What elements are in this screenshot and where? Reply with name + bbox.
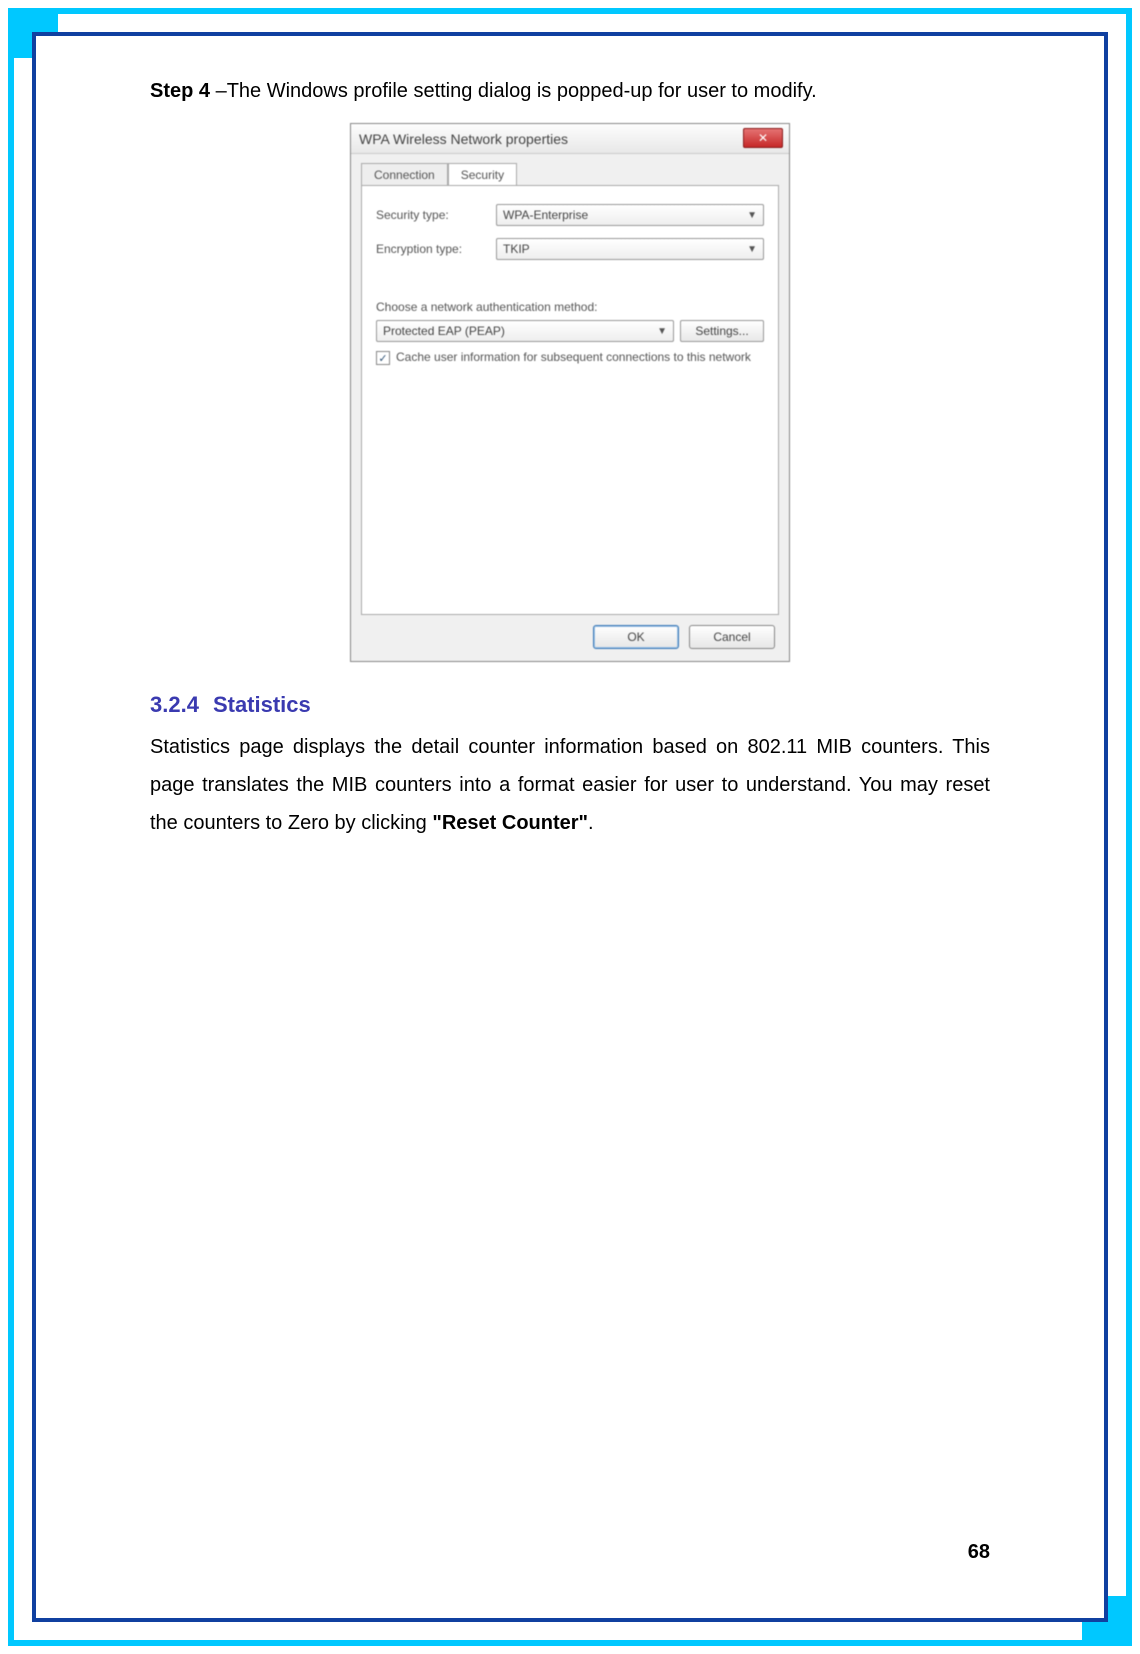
section-body-after: .: [588, 812, 594, 834]
step-line: Step 4 –The Windows profile setting dial…: [150, 80, 990, 103]
settings-button-label: Settings...: [695, 324, 748, 338]
reset-counter-bold: "Reset Counter": [432, 812, 588, 834]
close-button[interactable]: ✕: [743, 128, 783, 148]
section-number: 3.2.4: [150, 692, 199, 717]
ok-button-label: OK: [627, 630, 644, 644]
step-label: Step 4: [150, 80, 210, 102]
section-title: Statistics: [213, 692, 311, 717]
encryption-type-label: Encryption type:: [376, 242, 496, 256]
page-content: Step 4 –The Windows profile setting dial…: [150, 80, 990, 1574]
dialog-footer: OK Cancel: [351, 615, 789, 661]
encryption-type-combo[interactable]: TKIP ▼: [496, 238, 764, 260]
auth-method-label: Choose a network authentication method:: [376, 300, 764, 314]
chevron-down-icon: ▼: [747, 244, 757, 255]
encryption-type-value: TKIP: [503, 242, 530, 256]
dialog-title: WPA Wireless Network properties: [359, 131, 568, 147]
encryption-type-row: Encryption type: TKIP ▼: [376, 238, 764, 260]
page-number: 68: [968, 1541, 990, 1564]
chevron-down-icon: ▼: [657, 326, 667, 337]
wpa-properties-dialog: WPA Wireless Network properties ✕ Connec…: [350, 123, 790, 662]
auth-method-row: Protected EAP (PEAP) ▼ Settings...: [376, 320, 764, 342]
security-type-combo[interactable]: WPA-Enterprise ▼: [496, 204, 764, 226]
tabs-row: ConnectionSecurity: [351, 154, 789, 185]
auth-method-value: Protected EAP (PEAP): [383, 324, 505, 338]
chevron-down-icon: ▼: [747, 210, 757, 221]
section-body: Statistics page displays the detail coun…: [150, 728, 990, 842]
cache-checkbox[interactable]: ✓: [376, 351, 390, 365]
ok-button[interactable]: OK: [593, 625, 679, 649]
tab-security[interactable]: Security: [448, 163, 517, 186]
security-type-label: Security type:: [376, 208, 496, 222]
security-type-value: WPA-Enterprise: [503, 208, 588, 222]
cancel-button[interactable]: Cancel: [689, 625, 775, 649]
cache-checkbox-label: Cache user information for subsequent co…: [396, 350, 751, 366]
close-icon: ✕: [758, 131, 768, 145]
step-text: –The Windows profile setting dialog is p…: [210, 80, 817, 102]
dialog-titlebar: WPA Wireless Network properties ✕: [351, 124, 789, 154]
dialog-body: Security type: WPA-Enterprise ▼ Encrypti…: [361, 185, 779, 615]
settings-button[interactable]: Settings...: [680, 320, 764, 342]
section-heading: 3.2.4 Statistics: [150, 692, 990, 718]
check-icon: ✓: [378, 353, 387, 365]
cancel-button-label: Cancel: [713, 630, 750, 644]
auth-method-combo[interactable]: Protected EAP (PEAP) ▼: [376, 320, 674, 342]
security-type-row: Security type: WPA-Enterprise ▼: [376, 204, 764, 226]
tab-connection[interactable]: Connection: [361, 163, 448, 186]
cache-checkbox-row: ✓ Cache user information for subsequent …: [376, 350, 764, 366]
